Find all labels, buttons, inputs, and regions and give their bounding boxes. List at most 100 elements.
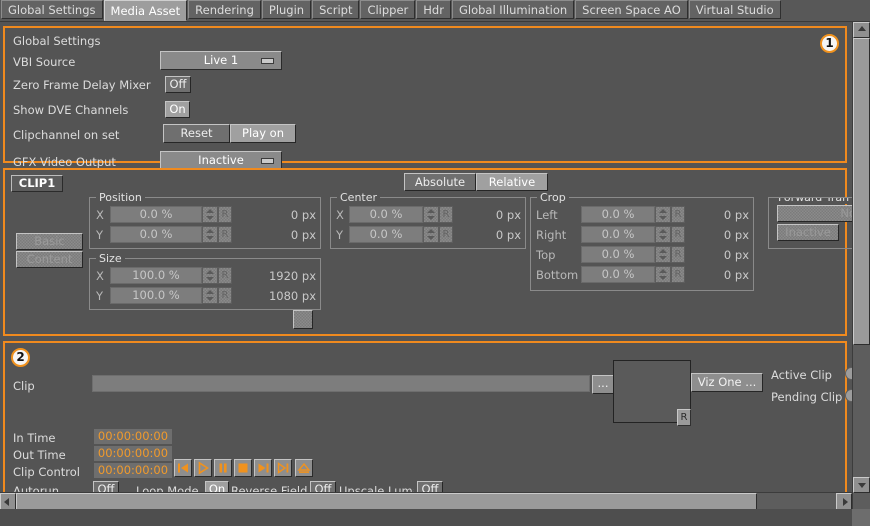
center-group: Center X 0.0 % R 0 px Y 0.0 % R 0 px [330, 191, 526, 249]
frame-advance-icon[interactable] [274, 459, 292, 477]
vscroll-thumb[interactable] [853, 38, 870, 345]
size-aspect-lock-button[interactable] [293, 310, 313, 329]
crop-right-spinner[interactable] [655, 226, 671, 243]
clip-browse-button[interactable]: ... [592, 375, 614, 394]
size-y-px: 1080 px [268, 289, 316, 303]
size-y-spinner[interactable] [202, 287, 218, 304]
crop-left-spinner[interactable] [655, 206, 671, 223]
size-x-spinner[interactable] [202, 267, 218, 284]
position-x-label: X [96, 208, 104, 222]
vbi-source-dropdown[interactable]: Live 1 [160, 51, 282, 70]
step-forward-icon[interactable] [254, 459, 272, 477]
center-y-field[interactable]: 0.0 % [349, 226, 423, 243]
settings-scroll-host: 1 Global Settings VBI Source Live 1 Zero… [0, 22, 870, 526]
tab-hdr[interactable]: Hdr [416, 0, 451, 19]
tab-global-illumination[interactable]: Global Illumination [451, 0, 575, 19]
chevron-down-icon [261, 57, 274, 64]
clipchannel-on-set-label: Clipchannel on set [13, 128, 120, 142]
eject-icon[interactable] [295, 459, 313, 477]
settings-content: 1 Global Settings VBI Source Live 1 Zero… [0, 22, 852, 509]
hscroll-right-button[interactable] [836, 493, 852, 509]
show-dve-channels-toggle[interactable]: On [165, 101, 190, 118]
out-time-label: Out Time [13, 448, 66, 462]
vscroll-up-button[interactable] [853, 22, 870, 38]
crop-left-px: 0 px [723, 208, 749, 222]
clip-content-tab-button[interactable]: Content [16, 251, 83, 268]
center-x-field[interactable]: 0.0 % [349, 206, 423, 223]
crop-top-keyframe-button[interactable]: R [671, 246, 685, 263]
center-x-px: 0 px [495, 208, 521, 222]
hscroll-left-button[interactable] [0, 493, 16, 509]
size-x-field[interactable]: 100.0 % [110, 267, 202, 284]
out-time-field[interactable]: 00:00:00:00 [94, 446, 172, 461]
crop-left-keyframe-button[interactable]: R [671, 206, 685, 223]
center-x-keyframe-button[interactable]: R [439, 206, 453, 223]
tab-plugin[interactable]: Plugin [261, 0, 312, 19]
tab-screen-space-ao[interactable]: Screen Space AO [575, 0, 688, 19]
vscroll-down-button[interactable] [853, 477, 870, 493]
center-y-spinner[interactable] [423, 226, 439, 243]
size-x-px: 1920 px [268, 269, 316, 283]
size-y-field[interactable]: 100.0 % [110, 287, 202, 304]
center-y-keyframe-button[interactable]: R [439, 226, 453, 243]
hscroll-thumb[interactable] [16, 493, 757, 509]
crop-bottom-spinner[interactable] [655, 266, 671, 283]
clip-basic-tab-button[interactable]: Basic [16, 233, 83, 250]
crop-top-label: Top [536, 248, 556, 262]
tab-script[interactable]: Script [312, 0, 360, 19]
position-x-px: 0 px [290, 208, 316, 222]
skip-to-start-icon[interactable] [174, 459, 192, 477]
position-x-keyframe-button[interactable]: R [218, 206, 232, 223]
size-y-keyframe-button[interactable]: R [218, 287, 232, 304]
position-x-field[interactable]: 0.0 % [110, 206, 202, 223]
crop-top-px: 0 px [723, 248, 749, 262]
clip-preview-keyframe-button[interactable]: R [677, 409, 691, 426]
vertical-scrollbar[interactable] [852, 22, 870, 509]
center-x-spinner[interactable] [423, 206, 439, 223]
clip-control-field[interactable]: 00:00:00:00 [94, 463, 172, 478]
size-x-label: X [96, 269, 104, 283]
tab-media-asset[interactable]: Media Asset [103, 0, 188, 21]
transform-absolute-button[interactable]: Absolute [404, 173, 476, 191]
crop-right-label: Right [536, 228, 567, 242]
tab-clipper[interactable]: Clipper [360, 0, 416, 19]
viz-one-button[interactable]: Viz One ... [691, 373, 763, 392]
size-group-label: Size [96, 252, 125, 265]
position-y-keyframe-button[interactable]: R [218, 226, 232, 243]
crop-right-field[interactable]: 0.0 % [581, 226, 655, 243]
horizontal-scrollbar[interactable] [0, 492, 852, 509]
panel-badge-2: 2 [11, 348, 30, 367]
position-y-spinner[interactable] [202, 226, 218, 243]
clip-control-label: Clip Control [13, 465, 80, 479]
size-x-keyframe-button[interactable]: R [218, 267, 232, 284]
active-clip-indicator [845, 367, 852, 380]
crop-top-field[interactable]: 0.0 % [581, 246, 655, 263]
crop-right-keyframe-button[interactable]: R [671, 226, 685, 243]
clip-player-panel: 2 Clip ... R Viz One ... Active Clip Pen… [3, 341, 852, 509]
clipchannel-play-on-button[interactable]: Play on [230, 124, 296, 143]
crop-bottom-field[interactable]: 0.0 % [581, 266, 655, 283]
tab-virtual-studio[interactable]: Virtual Studio [688, 0, 781, 19]
pause-icon[interactable] [214, 459, 232, 477]
in-time-field[interactable]: 00:00:00:00 [94, 429, 172, 444]
show-dve-channels-label: Show DVE Channels [13, 103, 129, 117]
active-clip-label: Active Clip [771, 368, 832, 382]
stop-icon[interactable] [234, 459, 252, 477]
position-group: Position X 0.0 % R 0 px Y 0.0 % R 0 px [89, 191, 321, 249]
forward-transform-mode-button[interactable]: No [777, 205, 852, 222]
forward-transform-state-button[interactable]: Inactive [777, 224, 839, 241]
crop-bottom-keyframe-button[interactable]: R [671, 266, 685, 283]
tab-rendering[interactable]: Rendering [188, 0, 261, 19]
position-y-field[interactable]: 0.0 % [110, 226, 202, 243]
clipchannel-reset-button[interactable]: Reset [163, 124, 230, 143]
position-x-spinner[interactable] [202, 206, 218, 223]
pending-clip-label: Pending Clip [771, 390, 843, 404]
zero-frame-delay-toggle[interactable]: Off [165, 76, 191, 93]
clip-path-input[interactable] [92, 375, 590, 392]
play-icon[interactable] [194, 459, 212, 477]
crop-top-spinner[interactable] [655, 246, 671, 263]
crop-left-field[interactable]: 0.0 % [581, 206, 655, 223]
transform-relative-button[interactable]: Relative [476, 173, 548, 191]
tab-global-settings[interactable]: Global Settings [1, 0, 103, 19]
clip1-title-badge: CLIP1 [11, 175, 63, 192]
